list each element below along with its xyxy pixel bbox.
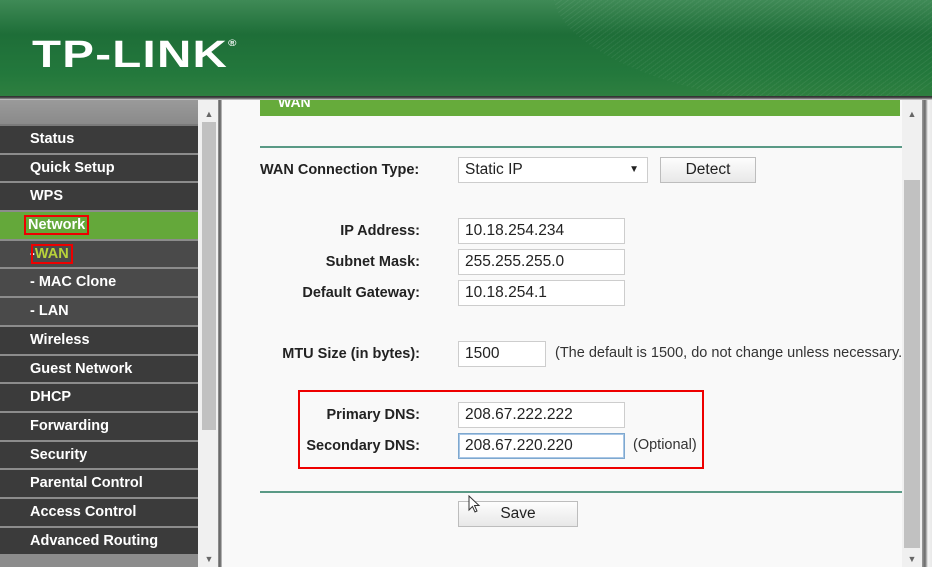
section-title-bar: WAN bbox=[260, 100, 900, 116]
subnet-mask-input[interactable] bbox=[458, 249, 625, 275]
menu-top-strip bbox=[0, 100, 198, 126]
subnet-mask-label: Subnet Mask: bbox=[325, 254, 420, 270]
sidebar-item-label: Guest Network bbox=[30, 360, 133, 377]
sidebar-item-label: Quick Setup bbox=[30, 159, 115, 176]
sidebar-item-label: - LAN bbox=[30, 303, 69, 320]
scroll-down-arrow-icon[interactable]: ▼ bbox=[902, 551, 922, 567]
sidebar-item-advanced-routing[interactable]: Advanced Routing bbox=[0, 527, 198, 557]
secondary-dns-label: Secondary DNS: bbox=[306, 438, 420, 454]
bottom-separator bbox=[260, 491, 902, 493]
sidebar-item-wan[interactable]: - WAN bbox=[0, 240, 198, 270]
header-banner: TP-LINK® bbox=[0, 0, 932, 98]
default-gateway-input[interactable] bbox=[458, 280, 625, 306]
mtu-size-label: MTU Size (in bytes): bbox=[282, 346, 420, 362]
sidebar-item-status[interactable]: Status bbox=[0, 126, 198, 155]
mtu-hint: (The default is 1500, do not change unle… bbox=[555, 345, 907, 361]
default-gateway-label: Default Gateway: bbox=[302, 285, 420, 301]
scroll-down-arrow-icon[interactable]: ▼ bbox=[200, 551, 218, 567]
sidebar-item-dhcp[interactable]: DHCP bbox=[0, 384, 198, 413]
section-title: WAN bbox=[278, 100, 311, 110]
secondary-dns-input[interactable] bbox=[458, 433, 625, 459]
sidebar-item-wps[interactable]: WPS bbox=[0, 183, 198, 213]
secondary-dns-optional-hint: (Optional) bbox=[633, 437, 697, 453]
sidebar-item-mac-clone[interactable]: - MAC Clone bbox=[0, 269, 198, 299]
sidebar-item-label: DHCP bbox=[30, 389, 72, 406]
sidebar-item-guest-network[interactable]: Guest Network bbox=[0, 355, 198, 385]
sidebar-item-quick-setup[interactable]: Quick Setup bbox=[0, 154, 198, 184]
sidebar: Status Quick Setup WPS Network - WAN - M… bbox=[0, 100, 218, 567]
main-scroll-thumb[interactable] bbox=[904, 180, 920, 548]
sidebar-item-label: Access Control bbox=[30, 503, 137, 520]
sidebar-item-label: Advanced Routing bbox=[30, 532, 159, 549]
sidebar-item-network[interactable]: Network bbox=[0, 212, 198, 241]
main-scrollbar[interactable]: ▲ ▼ bbox=[902, 100, 922, 567]
sidebar-item-parental-control[interactable]: Parental Control bbox=[0, 470, 198, 499]
sidebar-scroll-thumb[interactable] bbox=[202, 122, 216, 430]
primary-dns-label: Primary DNS: bbox=[326, 407, 420, 423]
sidebar-item-forwarding[interactable]: Forwarding bbox=[0, 412, 198, 442]
top-separator bbox=[260, 146, 902, 148]
mouse-pointer-icon bbox=[468, 495, 481, 513]
wan-connection-type-label: WAN Connection Type: bbox=[260, 162, 420, 178]
select-value: Static IP bbox=[465, 161, 523, 178]
wan-connection-type-select[interactable]: Static IP ▼ bbox=[458, 157, 648, 183]
detect-button[interactable]: Detect bbox=[660, 157, 756, 183]
sidebar-item-label: Status bbox=[30, 131, 75, 147]
scroll-up-arrow-icon[interactable]: ▲ bbox=[200, 106, 218, 122]
sidebar-item-lan[interactable]: - LAN bbox=[0, 298, 198, 327]
window-edge bbox=[922, 100, 932, 567]
sidebar-item-access-control[interactable]: Access Control bbox=[0, 498, 198, 528]
scroll-up-arrow-icon[interactable]: ▲ bbox=[902, 106, 922, 122]
ip-address-input[interactable] bbox=[458, 218, 625, 244]
sidebar-menu: Status Quick Setup WPS Network - WAN - M… bbox=[0, 100, 198, 567]
mtu-size-input[interactable] bbox=[458, 341, 546, 367]
main-content: WAN WAN Connection Type: Static IP ▼ Det… bbox=[222, 100, 932, 567]
sidebar-scrollbar[interactable]: ▲ ▼ bbox=[200, 100, 218, 567]
sidebar-item-label: WAN bbox=[30, 243, 73, 264]
sidebar-item-label: Parental Control bbox=[30, 475, 143, 492]
sidebar-item-label: Network bbox=[23, 215, 90, 236]
sidebar-item-wireless[interactable]: Wireless bbox=[0, 326, 198, 356]
sidebar-item-security[interactable]: Security bbox=[0, 441, 198, 471]
tp-link-logo: TP-LINK® bbox=[32, 34, 238, 76]
dropdown-caret-icon: ▼ bbox=[629, 164, 639, 175]
ip-address-label: IP Address: bbox=[340, 223, 420, 239]
sidebar-item-label: Security bbox=[30, 446, 88, 463]
sidebar-item-label: - MAC Clone bbox=[30, 274, 117, 291]
sidebar-item-label: Forwarding bbox=[30, 417, 109, 434]
banner-wave-decoration bbox=[542, 0, 932, 98]
sidebar-item-label: WPS bbox=[30, 188, 64, 205]
sidebar-item-label: Wireless bbox=[30, 331, 90, 348]
primary-dns-input[interactable] bbox=[458, 402, 625, 428]
